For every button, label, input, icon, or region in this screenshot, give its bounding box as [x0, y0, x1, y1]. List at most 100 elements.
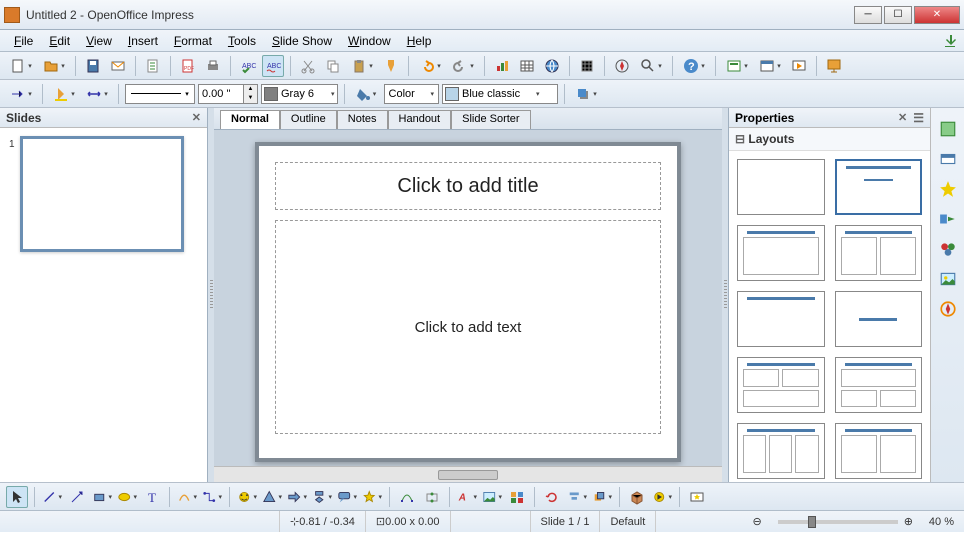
- rectangle-tool[interactable]: [91, 486, 113, 508]
- slide-canvas[interactable]: Click to add title Click to add text: [255, 142, 681, 462]
- spin-down[interactable]: ▼: [243, 94, 257, 103]
- menu-insert[interactable]: Insert: [120, 32, 166, 50]
- save-button[interactable]: [82, 55, 104, 77]
- align-tool[interactable]: [566, 486, 588, 508]
- ellipse-tool[interactable]: [116, 486, 138, 508]
- export-pdf-button[interactable]: PDF: [177, 55, 199, 77]
- tab-sorter[interactable]: Slide Sorter: [451, 110, 530, 129]
- slides-panel-close-icon[interactable]: ✕: [192, 111, 201, 124]
- arrange-tool[interactable]: [591, 486, 613, 508]
- slide-thumb-1[interactable]: 1: [20, 136, 184, 252]
- slide-show-button[interactable]: [788, 55, 810, 77]
- zoom-value[interactable]: 40 %: [919, 511, 964, 532]
- layout-content-title[interactable]: [835, 357, 923, 413]
- layout-title-content[interactable]: [835, 159, 923, 215]
- properties-menu-icon[interactable]: ☰: [913, 111, 924, 125]
- tab-normal[interactable]: Normal: [220, 110, 280, 129]
- sidebar-gallery-icon[interactable]: [937, 268, 959, 290]
- layouts-section-header[interactable]: Layouts: [729, 128, 930, 151]
- curve-tool[interactable]: [176, 486, 198, 508]
- tab-notes[interactable]: Notes: [337, 110, 388, 129]
- minimize-button[interactable]: ─: [854, 6, 882, 24]
- autospellcheck-button[interactable]: ABC: [262, 55, 284, 77]
- interaction-tool[interactable]: [651, 486, 673, 508]
- undo-button[interactable]: [415, 55, 445, 77]
- layout-title-one[interactable]: [737, 225, 825, 281]
- edit-file-button[interactable]: [142, 55, 164, 77]
- print-button[interactable]: [202, 55, 224, 77]
- slide-layout-button[interactable]: [722, 55, 752, 77]
- new-button[interactable]: [6, 55, 36, 77]
- sidebar-properties-icon[interactable]: [937, 118, 959, 140]
- line-color-icon[interactable]: [49, 83, 79, 105]
- table-button[interactable]: [516, 55, 538, 77]
- menu-format[interactable]: Format: [166, 32, 220, 50]
- line-tool[interactable]: [41, 486, 63, 508]
- download-icon[interactable]: [942, 33, 958, 49]
- email-button[interactable]: [107, 55, 129, 77]
- menu-help[interactable]: Help: [399, 32, 440, 50]
- points-tool[interactable]: [396, 486, 418, 508]
- fontwork-tool[interactable]: A: [456, 486, 478, 508]
- menu-edit[interactable]: Edit: [41, 32, 78, 50]
- menu-window[interactable]: Window: [340, 32, 399, 50]
- layout-title-two[interactable]: [835, 225, 923, 281]
- menu-view[interactable]: View: [78, 32, 120, 50]
- slide-title-placeholder[interactable]: Click to add title: [275, 162, 661, 210]
- tab-outline[interactable]: Outline: [280, 110, 337, 129]
- extrusion-tool[interactable]: [626, 486, 648, 508]
- format-paintbrush-button[interactable]: [380, 55, 402, 77]
- sidebar-styles-icon[interactable]: [937, 238, 959, 260]
- fill-color-combo[interactable]: Blue classic ▾: [442, 84, 558, 104]
- menu-tools[interactable]: Tools: [220, 32, 264, 50]
- spellcheck-button[interactable]: ABC: [237, 55, 259, 77]
- zoom-slider[interactable]: [778, 520, 898, 524]
- menu-slideshow[interactable]: Slide Show: [264, 32, 340, 50]
- arrow-ends-button[interactable]: [82, 83, 112, 105]
- text-tool[interactable]: T: [141, 486, 163, 508]
- block-arrows-tool[interactable]: [286, 486, 308, 508]
- gallery-tool[interactable]: [506, 486, 528, 508]
- rotate-tool[interactable]: [541, 486, 563, 508]
- sidebar-animation-icon[interactable]: [937, 178, 959, 200]
- spin-up[interactable]: ▲: [243, 85, 257, 94]
- callouts-tool[interactable]: [336, 486, 358, 508]
- flowchart-tool[interactable]: [311, 486, 333, 508]
- navigator-button[interactable]: [611, 55, 633, 77]
- chart-button[interactable]: [491, 55, 513, 77]
- slide-workspace[interactable]: Click to add title Click to add text: [214, 130, 722, 466]
- layout-blank[interactable]: [737, 159, 825, 215]
- sidebar-transition-icon[interactable]: [937, 208, 959, 230]
- line-width-spinbox[interactable]: ▲▼: [198, 84, 258, 104]
- slide-design-button[interactable]: [755, 55, 785, 77]
- status-style[interactable]: Default: [600, 511, 656, 532]
- layout-two-boxes[interactable]: [737, 357, 825, 413]
- line-color-combo[interactable]: Gray 6 ▾: [261, 84, 338, 104]
- paste-button[interactable]: [347, 55, 377, 77]
- grid-button[interactable]: [576, 55, 598, 77]
- symbol-shapes-tool[interactable]: [261, 486, 283, 508]
- copy-button[interactable]: [322, 55, 344, 77]
- gluepoints-tool[interactable]: [421, 486, 443, 508]
- shadow-button[interactable]: [571, 83, 601, 105]
- sidebar-master-icon[interactable]: [937, 148, 959, 170]
- from-file-tool[interactable]: [481, 486, 503, 508]
- slide-body-placeholder[interactable]: Click to add text: [275, 220, 661, 434]
- tab-handout[interactable]: Handout: [388, 110, 452, 129]
- layout-title-only[interactable]: [737, 291, 825, 347]
- zoom-out-button[interactable]: ⊖: [742, 511, 771, 532]
- line-width-input[interactable]: [199, 88, 243, 100]
- arrow-tool[interactable]: [66, 486, 88, 508]
- sidebar-navigator-icon[interactable]: [937, 298, 959, 320]
- maximize-button[interactable]: ☐: [884, 6, 912, 24]
- close-button[interactable]: ✕: [914, 6, 960, 24]
- arrow-style-button[interactable]: [6, 83, 36, 105]
- animation-tool[interactable]: [686, 486, 708, 508]
- presentation-button[interactable]: [823, 55, 845, 77]
- layout-four2[interactable]: [835, 423, 923, 479]
- fill-mode-combo[interactable]: Color▾: [384, 84, 440, 104]
- connector-tool[interactable]: [201, 486, 223, 508]
- redo-button[interactable]: [448, 55, 478, 77]
- basic-shapes-tool[interactable]: [236, 486, 258, 508]
- select-tool[interactable]: [6, 486, 28, 508]
